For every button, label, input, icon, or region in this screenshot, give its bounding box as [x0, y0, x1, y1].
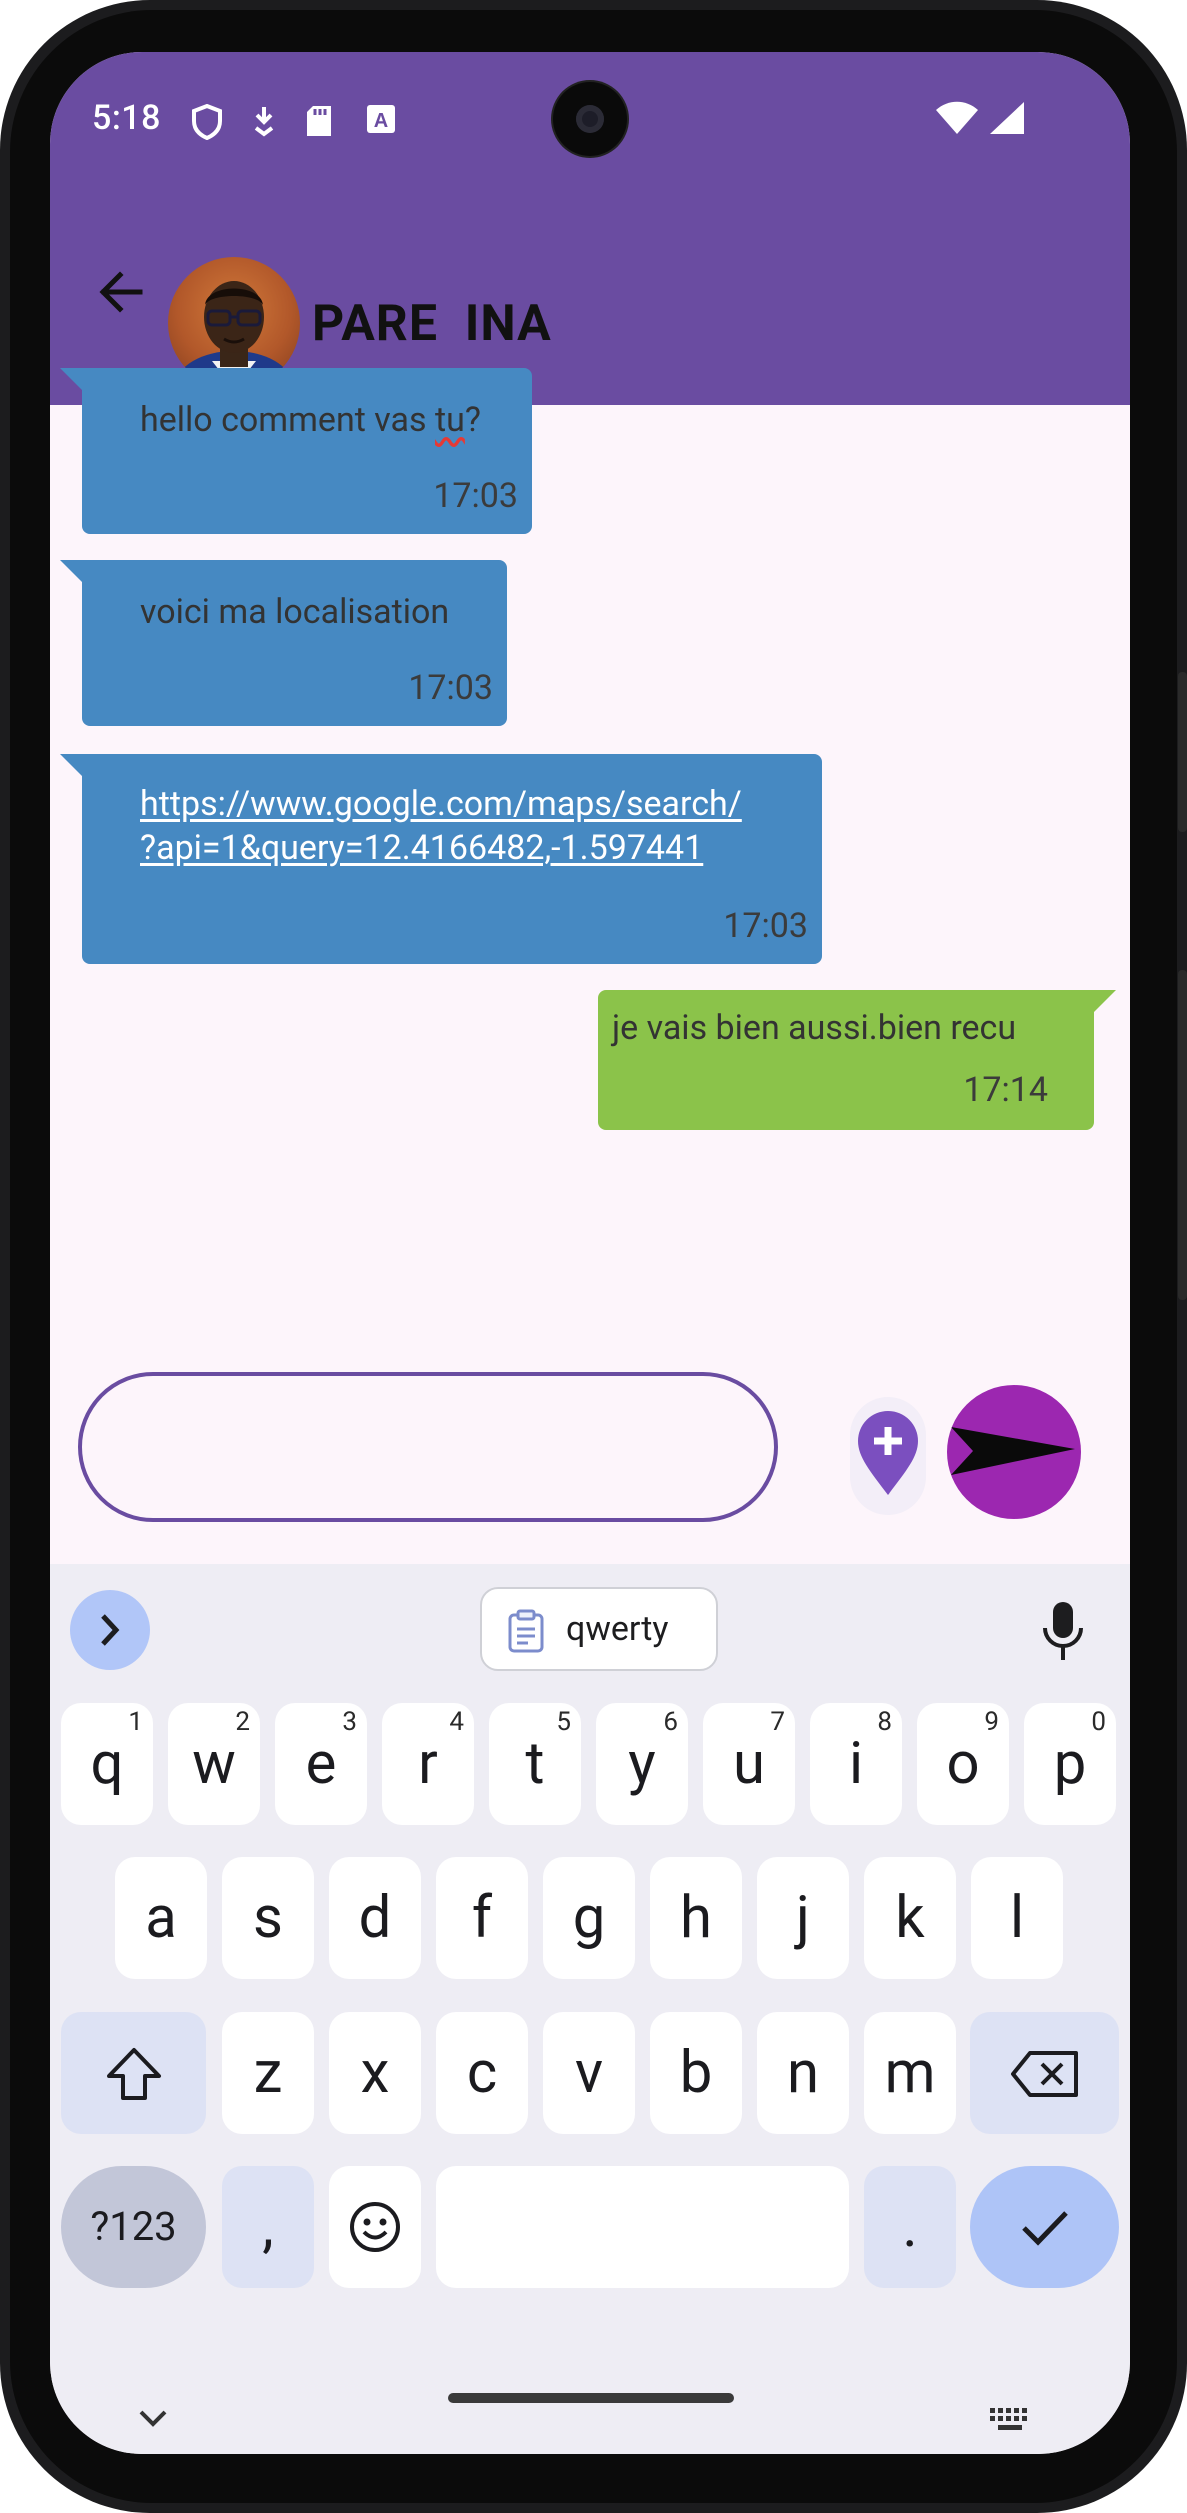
key-n[interactable]: n	[757, 2012, 849, 2134]
send-icon	[951, 1427, 1075, 1475]
voice-input-button[interactable]	[1040, 1600, 1086, 1664]
clipboard-icon	[508, 1609, 544, 1653]
key-b[interactable]: b	[650, 2012, 742, 2134]
chevron-right-icon	[101, 1614, 120, 1646]
clipboard-chip-label: qwerty	[566, 1609, 669, 1649]
checkmark-icon	[1022, 2211, 1068, 2246]
soft-keyboard: qwerty q1 w2 e3 r4 t5 y6 u7 i8 o9 p0 a s…	[50, 1564, 1130, 2454]
status-bar: 5:18 A	[50, 52, 1130, 177]
key-v[interactable]: v	[543, 2012, 635, 2134]
period-key[interactable]: .	[864, 2166, 956, 2288]
download-icon	[250, 104, 278, 142]
location-pin-add-icon	[850, 1397, 926, 1515]
wifi-icon	[935, 100, 979, 140]
key-l[interactable]: l	[971, 1857, 1063, 1979]
key-u[interactable]: u7	[703, 1703, 795, 1825]
message-time: 17:03	[408, 668, 493, 708]
keyboard-icon	[990, 2408, 1027, 2430]
enter-key[interactable]	[970, 2166, 1119, 2288]
key-d[interactable]: d	[329, 1857, 421, 1979]
front-camera	[553, 82, 627, 156]
message-time: 17:14	[963, 1070, 1048, 1110]
hide-keyboard-button[interactable]	[138, 2408, 168, 2432]
keyboard-toolbar-toggle[interactable]	[70, 1590, 150, 1670]
status-time: 5:18	[92, 98, 161, 138]
key-w[interactable]: w2	[168, 1703, 260, 1825]
cell-signal-icon	[988, 100, 1026, 140]
shift-icon	[107, 2048, 161, 2100]
sd-card-icon	[305, 104, 333, 142]
message-time: 17:03	[433, 476, 518, 516]
message-text: voici ma localisation	[140, 592, 450, 632]
emoji-key[interactable]	[329, 2166, 421, 2288]
chevron-down-icon	[139, 2410, 167, 2427]
emoji-icon	[350, 2202, 400, 2252]
back-button[interactable]	[92, 262, 152, 322]
key-c[interactable]: c	[436, 2012, 528, 2134]
symbols-key[interactable]: ?123	[61, 2166, 206, 2288]
volume-button	[1178, 970, 1187, 1300]
svg-text:A: A	[374, 110, 388, 132]
key-x[interactable]: x	[329, 2012, 421, 2134]
key-a[interactable]: a	[115, 1857, 207, 1979]
message-bubble-incoming[interactable]: hello comment vas tu? 17:03	[60, 368, 532, 534]
home-indicator[interactable]	[448, 2393, 734, 2403]
text-a-icon: A	[366, 104, 396, 138]
message-text: hello comment vas tu?	[140, 400, 481, 440]
key-i[interactable]: i8	[810, 1703, 902, 1825]
clipboard-suggestion-chip[interactable]: qwerty	[480, 1587, 718, 1671]
message-bubble-incoming[interactable]: https://www.google.com/maps/search/ ?api…	[60, 754, 822, 964]
key-f[interactable]: f	[436, 1857, 528, 1979]
switch-keyboard-button[interactable]	[988, 2406, 1032, 2438]
shield-icon	[190, 103, 224, 144]
power-button	[1178, 672, 1187, 832]
microphone-icon	[1043, 1602, 1083, 1660]
key-y[interactable]: y6	[596, 1703, 688, 1825]
message-input[interactable]	[78, 1372, 778, 1522]
message-text: je vais bien aussi.bien recu	[612, 1008, 1017, 1048]
key-t[interactable]: t5	[489, 1703, 581, 1825]
backspace-icon	[1011, 2051, 1078, 2097]
maps-link[interactable]: https://www.google.com/maps/search/	[140, 784, 742, 824]
key-z[interactable]: z	[222, 2012, 314, 2134]
contact-name[interactable]: PARE INA	[312, 295, 552, 353]
message-bubble-outgoing[interactable]: je vais bien aussi.bien recu 17:14	[598, 990, 1116, 1130]
key-r[interactable]: r4	[382, 1703, 474, 1825]
key-p[interactable]: p0	[1024, 1703, 1116, 1825]
phone-screen: 5:18 A PARE INA hello comment vas tu? 17…	[50, 52, 1130, 2454]
key-m[interactable]: m	[864, 2012, 956, 2134]
misspelled-word: tu	[435, 400, 465, 440]
key-h[interactable]: h	[650, 1857, 742, 1979]
arrow-back-icon	[99, 271, 143, 313]
space-key[interactable]	[436, 2166, 849, 2288]
shift-key[interactable]	[61, 2012, 206, 2134]
comma-key[interactable]: ,	[222, 2166, 314, 2288]
send-button[interactable]	[947, 1385, 1081, 1519]
message-time: 17:03	[723, 906, 808, 946]
share-location-button[interactable]	[850, 1397, 926, 1515]
message-bubble-incoming[interactable]: voici ma localisation 17:03	[60, 560, 507, 726]
key-g[interactable]: g	[543, 1857, 635, 1979]
key-s[interactable]: s	[222, 1857, 314, 1979]
key-o[interactable]: o9	[917, 1703, 1009, 1825]
key-e[interactable]: e3	[275, 1703, 367, 1825]
backspace-key[interactable]	[970, 2012, 1119, 2134]
key-j[interactable]: j	[757, 1857, 849, 1979]
maps-link[interactable]: ?api=1&query=12.4166482,-1.597441	[140, 828, 703, 868]
key-k[interactable]: k	[864, 1857, 956, 1979]
key-q[interactable]: q1	[61, 1703, 153, 1825]
